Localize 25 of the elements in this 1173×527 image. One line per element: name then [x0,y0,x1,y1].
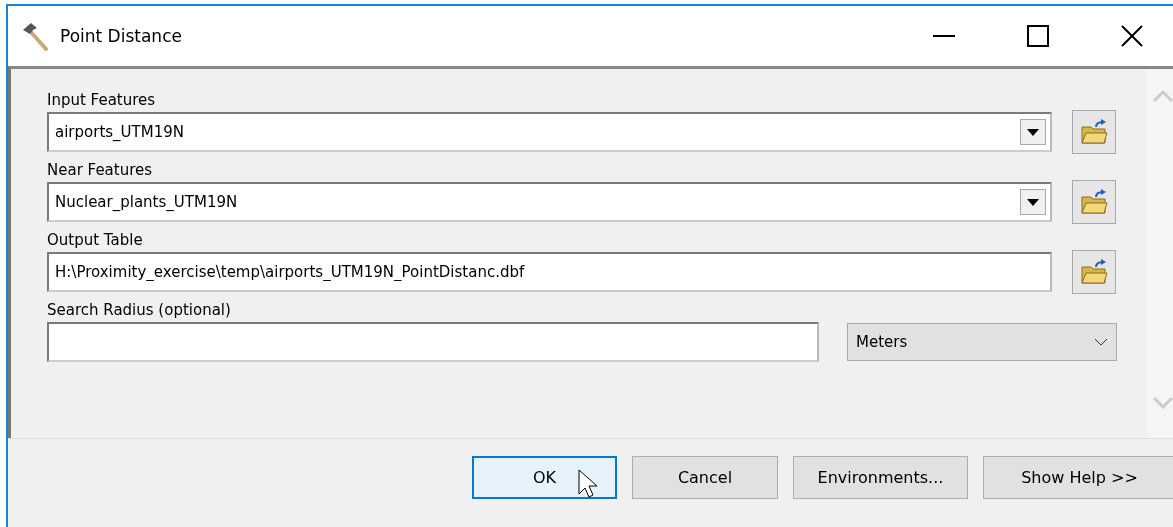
cursor-icon [578,469,598,499]
dialog-button[interactable]: Environments... [793,456,968,499]
parameter-label: Search Radius (optional) [47,300,232,321]
input-field[interactable]: H:\Proximity_exercise\temp\airports_UTM19N_PointDistanc.dbf [47,252,1052,292]
browse-button[interactable] [1072,110,1116,154]
browse-button[interactable] [1072,180,1116,224]
chevron-down-icon [1094,338,1108,346]
folder-icon [1080,119,1108,145]
folder-icon [1080,259,1108,285]
dialog-button[interactable]: OK [472,456,617,499]
maximize-icon [1027,25,1049,47]
minimize-icon [933,35,955,37]
parameter-label: Near Features [47,160,154,181]
dialog-button[interactable]: Cancel [632,456,778,499]
parameter-label: Output Table [47,230,144,251]
dialog-button[interactable]: Show Help >> [983,456,1173,499]
unit-dropdown[interactable]: Meters [847,323,1117,361]
close-icon [1121,25,1143,47]
combo-box[interactable]: airports_UTM19N [47,112,1052,152]
input-field[interactable] [47,322,819,362]
browse-button[interactable] [1072,250,1116,294]
window-title: Point Distance [60,26,182,46]
combo-box[interactable]: Nuclear_plants_UTM19N [47,182,1052,222]
folder-icon [1080,189,1108,215]
parameter-label: Input Features [47,90,157,111]
